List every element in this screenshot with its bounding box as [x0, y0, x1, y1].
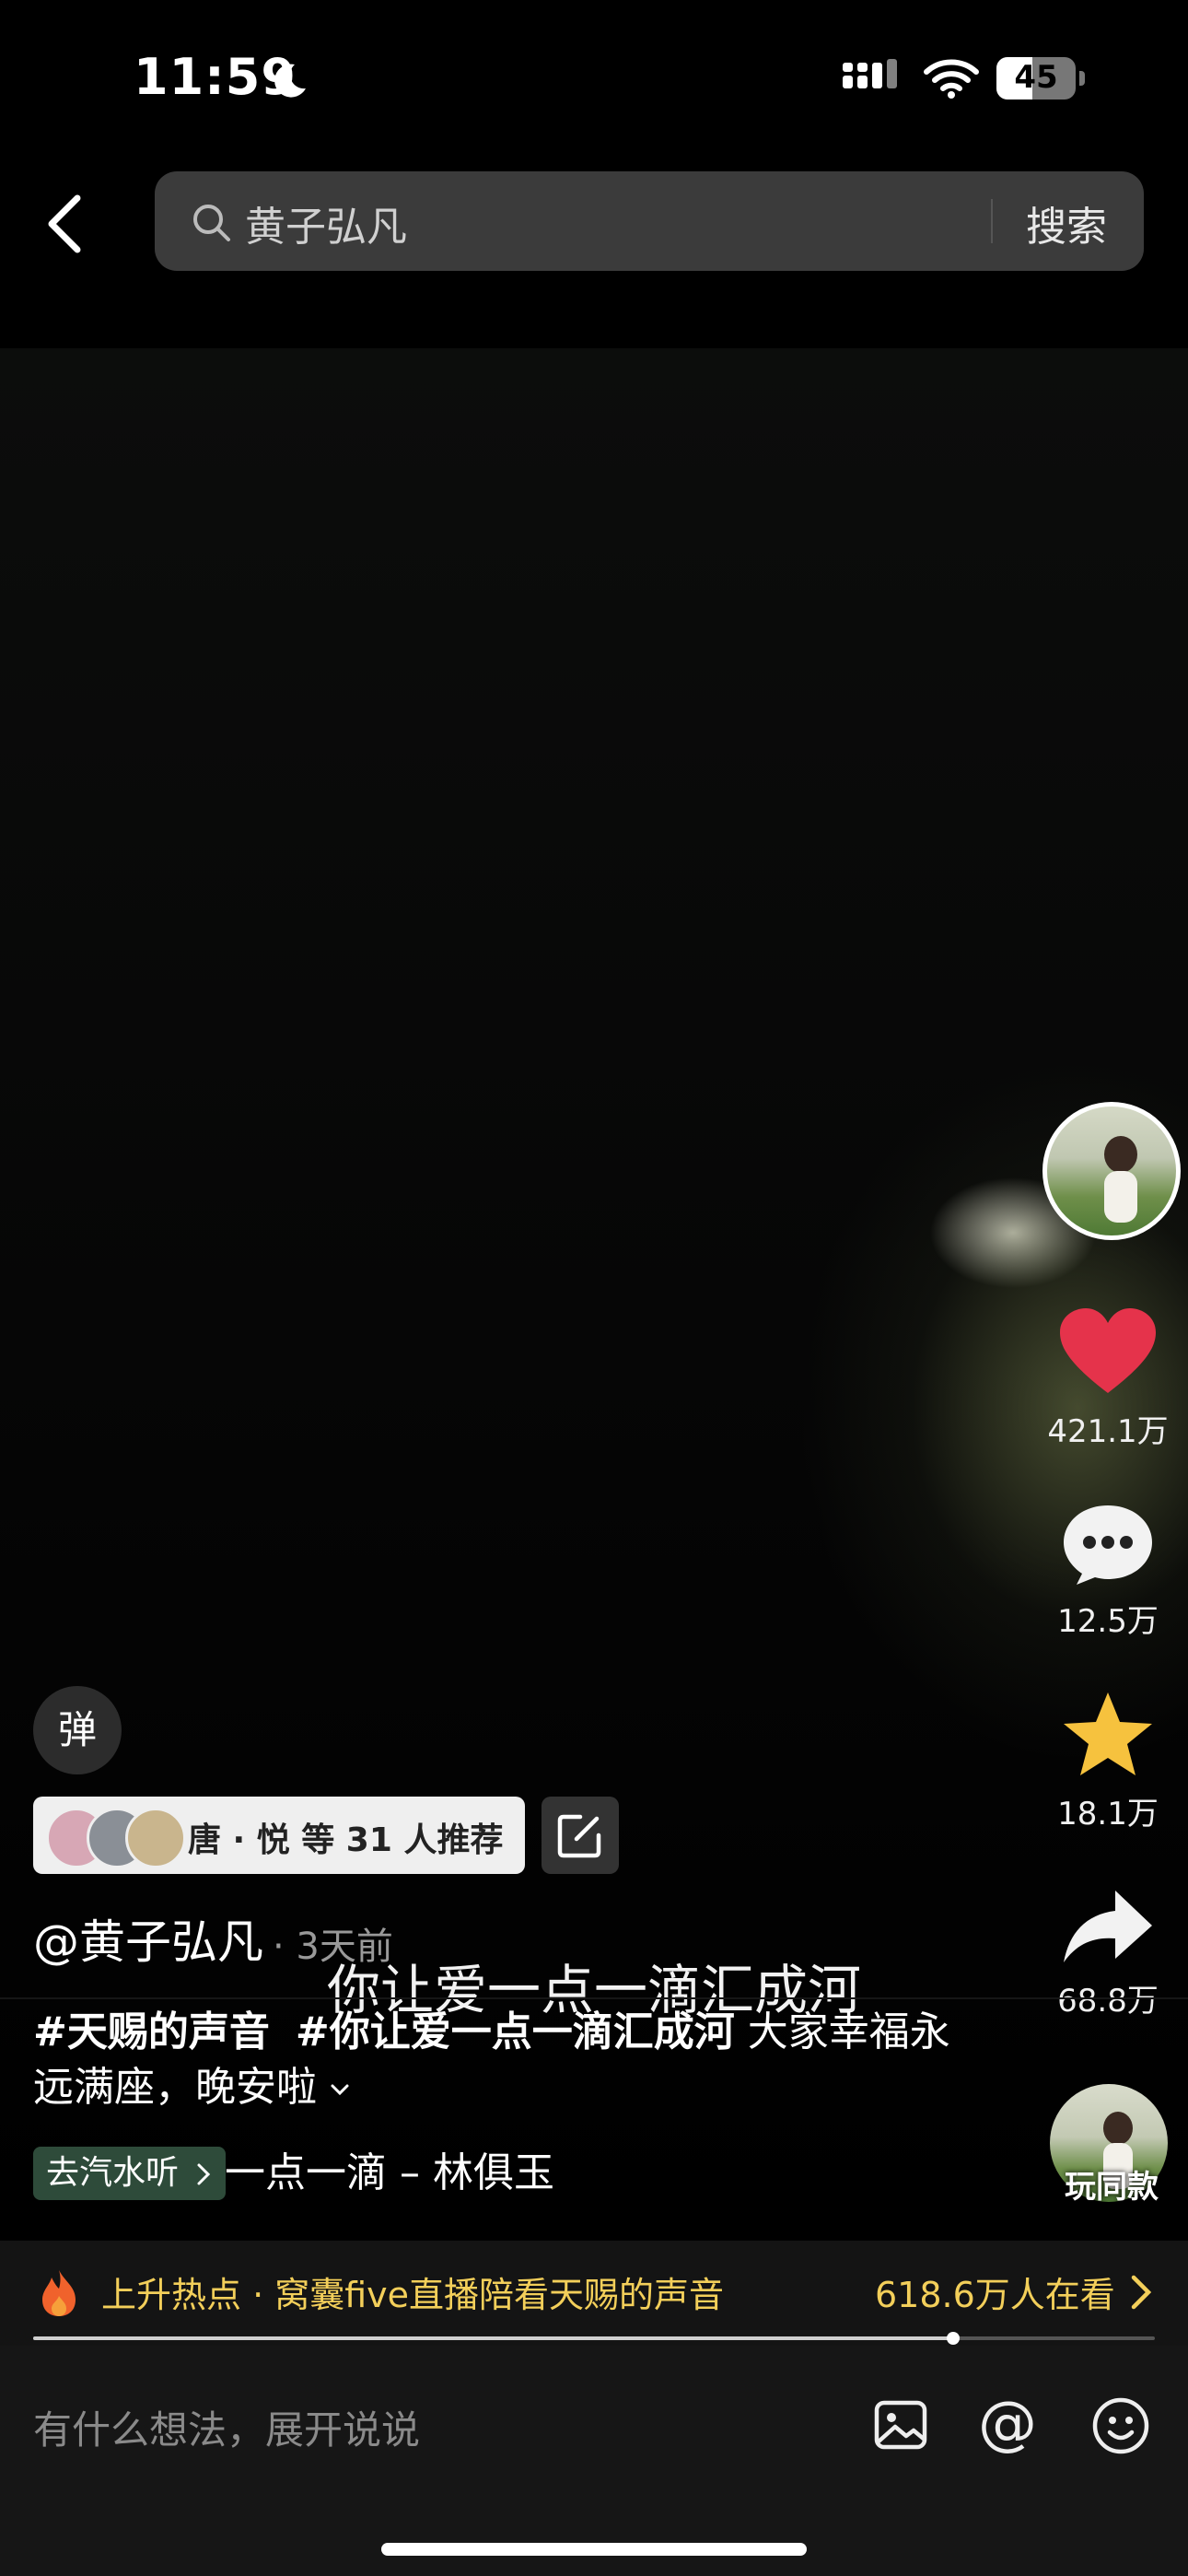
like-count: 421.1万 — [1047, 1413, 1169, 1450]
progress-scrubber[interactable] — [946, 2332, 960, 2345]
author-name[interactable]: @黄子弘凡 — [33, 1905, 263, 1972]
avatar-photo — [1104, 1136, 1137, 1223]
search-divider — [991, 199, 993, 243]
heart-icon — [1060, 1308, 1156, 1393]
search-button[interactable]: 搜索 — [1026, 193, 1107, 252]
danmaku-toggle-button[interactable]: 弹 — [33, 1686, 122, 1774]
share-arrow-icon — [1064, 1891, 1152, 1962]
share-button[interactable]: 68.8万 — [1039, 1889, 1177, 2020]
home-indicator — [381, 2543, 807, 2556]
comment-input-bar: 有什么想法，展开说说 @ — [0, 2346, 1188, 2576]
chevron-right-icon — [197, 2163, 211, 2185]
emoji-icon[interactable] — [1090, 2395, 1151, 2456]
video-description[interactable]: #天赐的声音 #你让爱一点一滴汇成河 大家幸福永远满座，晚安啦 — [33, 2005, 954, 2115]
recommend-pill[interactable]: 唐 · 悦 等 31 人推荐 — [33, 1797, 525, 1874]
moon-icon — [274, 64, 306, 98]
hot-viewer-count: 618.6万人在看 — [875, 2275, 1115, 2315]
post-time: · 3天前 — [273, 1926, 393, 1968]
edit-icon — [557, 1814, 601, 1858]
comment-button[interactable]: 12.5万 — [1039, 1502, 1177, 1641]
same-style-label[interactable]: 玩同款 — [1042, 2161, 1181, 2207]
hashtag-link[interactable]: #天赐的声音 — [33, 2008, 270, 2055]
battery-indicator: 45 — [996, 57, 1087, 101]
back-arrow-icon[interactable] — [37, 189, 92, 259]
music-app-link[interactable]: 去汽水听 — [33, 2147, 227, 2200]
comment-count: 12.5万 — [1057, 1603, 1159, 1640]
edit-button[interactable] — [542, 1797, 619, 1874]
favorite-count: 18.1万 — [1057, 1796, 1159, 1832]
hot-topic-bar[interactable]: 上升热点 · 窝囊five直播陪看天赐的声音 618.6万人在看 — [0, 2241, 1188, 2346]
wifi-icon — [924, 59, 979, 99]
favorite-button[interactable]: 18.1万 — [1039, 1691, 1177, 1833]
star-icon — [1064, 1692, 1152, 1775]
cellular-signal-icon — [843, 59, 897, 88]
hashtag-link[interactable]: #你让爱一点一滴汇成河 — [296, 2008, 735, 2055]
fire-icon — [42, 2270, 76, 2316]
author-avatar[interactable] — [1042, 1102, 1181, 1240]
comment-input[interactable]: 有什么想法，展开说说 — [33, 2399, 420, 2455]
video-progress-bar[interactable] — [33, 2332, 1155, 2345]
search-icon — [193, 205, 230, 241]
recommender-avatar — [125, 1808, 186, 1868]
battery-percent: 45 — [1014, 59, 1058, 96]
progress-fill — [33, 2336, 953, 2340]
divider — [0, 1997, 1188, 1999]
chevron-right-icon — [1131, 2275, 1152, 2310]
search-bar[interactable]: 黄子弘凡 搜索 — [155, 171, 1144, 271]
image-icon[interactable] — [871, 2395, 930, 2454]
mention-icon[interactable]: @ — [978, 2392, 1037, 2456]
hot-topic-text: 上升热点 · 窝囊five直播陪看天赐的声音 — [101, 2275, 725, 2315]
comment-bubble-icon — [1064, 1505, 1152, 1585]
like-button[interactable]: 421.1万 — [1039, 1308, 1177, 1451]
music-title[interactable]: 一点一滴 – 林俱玉 — [225, 2147, 554, 2200]
search-input[interactable]: 黄子弘凡 — [245, 193, 407, 252]
chevron-down-icon[interactable] — [330, 2079, 350, 2100]
recommend-text: 唐 · 悦 等 31 人推荐 — [188, 1821, 504, 1859]
music-app-label: 去汽水听 — [46, 2154, 180, 2192]
